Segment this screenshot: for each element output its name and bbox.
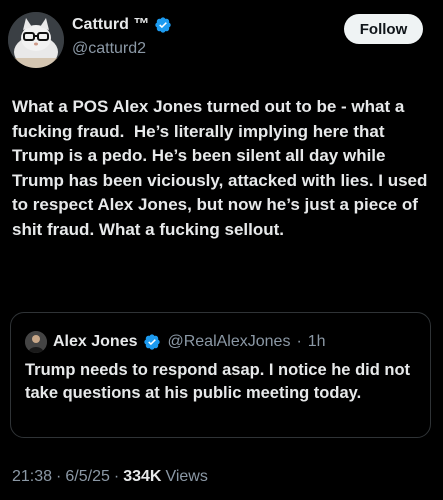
views-label: Views (165, 468, 208, 485)
quoted-tweet-body: Trump needs to respond asap. I notice he… (25, 361, 411, 402)
quoted-separator: · (296, 333, 302, 350)
quoted-timestamp[interactable]: 1h (308, 333, 326, 351)
tweet-time[interactable]: 21:38 (12, 468, 52, 486)
tweet-meta: 21:38 · 6/5/25 · 334K Views (12, 468, 208, 486)
quoted-author-name[interactable]: Alex Jones (53, 333, 137, 351)
tweet-date[interactable]: 6/5/25 (65, 468, 109, 486)
follow-button[interactable]: Follow (344, 14, 423, 44)
tweet-header: Catturd ™ @catturd2 Follow (0, 0, 443, 80)
author-name[interactable]: Catturd ™ (72, 16, 149, 34)
author-avatar[interactable] (8, 12, 64, 68)
quoted-tweet[interactable]: Alex Jones @RealAlexJones · 1h Trump nee… (10, 312, 431, 438)
verified-badge-icon (143, 333, 161, 351)
tweet-body: What a POS Alex Jones turned out to be -… (12, 97, 433, 239)
verified-badge-icon (154, 16, 172, 34)
author-info: Catturd ™ @catturd2 (72, 14, 172, 58)
meta-separator: · (113, 468, 120, 485)
author-handle[interactable]: @catturd2 (72, 40, 172, 58)
cat-avatar-icon (8, 12, 64, 68)
quoted-tweet-header: Alex Jones @RealAlexJones · 1h (25, 331, 326, 353)
person-avatar-icon (25, 331, 47, 353)
quoted-author-handle[interactable]: @RealAlexJones (167, 333, 290, 351)
views-count: 334K (123, 468, 162, 485)
meta-separator: · (56, 468, 62, 485)
quoted-author-avatar[interactable] (25, 331, 47, 353)
